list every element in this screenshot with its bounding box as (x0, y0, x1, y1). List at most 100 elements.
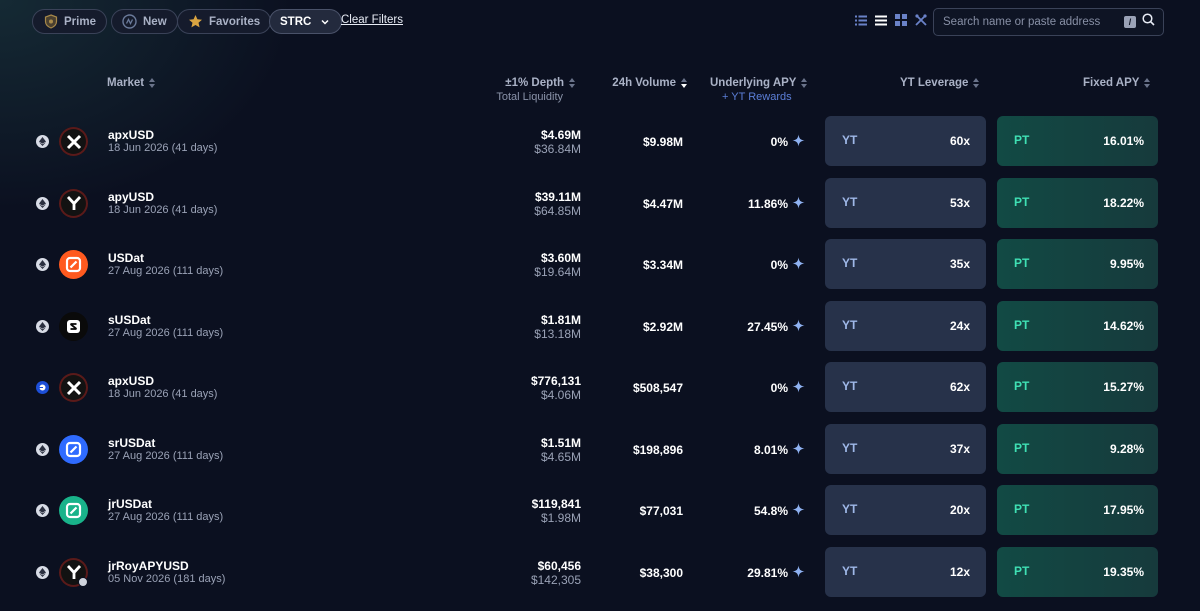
depth-value: $4.69M (540, 128, 581, 142)
yt-leverage-value: 37x (949, 441, 970, 456)
pt-trade-button[interactable]: PT 15.27% (997, 362, 1158, 412)
search-box[interactable]: / (933, 8, 1164, 36)
depth-value: $776,131 (530, 374, 581, 388)
tools-icon[interactable] (914, 13, 927, 27)
pt-trade-button[interactable]: PT 9.95% (997, 239, 1158, 289)
yt-leverage-value: 24x (949, 318, 970, 333)
yt-trade-button[interactable]: YT 37x (825, 423, 986, 474)
yt-tag: YT (842, 133, 858, 147)
fixed-apy-value: 9.28% (1109, 441, 1144, 456)
apx-icon (59, 373, 88, 402)
search-icon[interactable] (1142, 13, 1155, 31)
pt-trade-button[interactable]: PT 16.01% (997, 116, 1158, 166)
volume-value: $3.34M (642, 258, 683, 272)
pt-trade-button[interactable]: PT 18.22% (997, 177, 1158, 228)
new-badge-icon (122, 14, 137, 29)
table-row[interactable]: srUSDat 27 Aug 2026 (111 days) $1.51M $4… (0, 423, 1200, 486)
volume-value: $198,896 (632, 442, 683, 457)
pt-trade-button[interactable]: PT 19.35% (997, 546, 1158, 597)
pt-trade-button[interactable]: PT 9.28% (997, 423, 1158, 474)
yt-tag: YT (842, 379, 858, 393)
total-liquidity-value: $36.84M (534, 142, 581, 156)
market-name: apxUSD (108, 128, 155, 142)
strc-filter-dropdown[interactable]: STRC (269, 9, 343, 34)
filter-bar: Prime New Favorites STRC Clear Filters S… (0, 0, 1200, 44)
depth-column-header[interactable]: ±1% Depth (505, 77, 575, 89)
pt-trade-button[interactable]: PT 14.62% (997, 300, 1158, 351)
prime-filter-chip[interactable]: Prime (32, 9, 107, 34)
view-toggle-group (854, 13, 927, 27)
sparkle-icon (792, 503, 805, 516)
yt-trade-button[interactable]: YT 24x (825, 300, 986, 351)
expiry-date: 27 Aug 2026 (111 days) (108, 449, 224, 462)
volume-header-label: 24h Volume (612, 77, 676, 89)
base-icon (36, 381, 49, 394)
pt-tag: PT (1014, 133, 1030, 147)
ethereum-icon (36, 258, 49, 271)
yt-trade-button[interactable]: YT 12x (825, 546, 986, 597)
yt-trade-button[interactable]: YT 62x (825, 362, 986, 412)
pt-tag: PT (1014, 502, 1030, 516)
table-row[interactable]: sUSDat 27 Aug 2026 (111 days) $1.81M $13… (0, 300, 1200, 363)
pt-tag: PT (1014, 256, 1030, 270)
table-row[interactable]: USDat 27 Aug 2026 (111 days) $3.60M $19.… (0, 239, 1200, 301)
underlying-apy-column-header[interactable]: Underlying APY (710, 77, 808, 89)
sort-icon (569, 78, 575, 88)
table-row[interactable]: apyUSD 18 Jun 2026 (41 days) $39.11M $64… (0, 177, 1200, 240)
list-detail-view-icon[interactable] (854, 13, 867, 27)
total-liquidity-header-label: Total Liquidity (496, 91, 563, 103)
sparkle-icon (792, 196, 805, 209)
yt-trade-button[interactable]: YT 35x (825, 239, 986, 289)
expiry-date: 18 Jun 2026 (41 days) (108, 388, 218, 400)
pt-trade-button[interactable]: PT 17.95% (997, 485, 1158, 535)
volume-value: $4.47M (642, 196, 683, 211)
favorites-filter-chip[interactable]: Favorites (177, 9, 272, 34)
sparkle-icon (792, 319, 805, 332)
grid-view-icon[interactable] (894, 13, 907, 27)
search-input[interactable] (943, 16, 1124, 28)
underlying-apy-value: 11.86% (747, 196, 788, 211)
yt-leverage-value: 60x (949, 134, 970, 148)
table-row[interactable]: apxUSD 18 Jun 2026 (41 days) $4.69M $36.… (0, 116, 1200, 178)
list-view-icon[interactable] (874, 13, 887, 27)
fixed-apy-value: 17.95% (1103, 503, 1144, 517)
new-filter-chip[interactable]: New (111, 9, 178, 34)
token-badge-icon (78, 576, 88, 587)
market-name: apxUSD (108, 374, 155, 388)
new-filter-label: New (143, 15, 167, 28)
yt-trade-button[interactable]: YT 53x (825, 177, 986, 228)
market-name: jrUSDat (108, 497, 153, 511)
ethereum-icon (36, 135, 49, 148)
market-name: apyUSD (108, 189, 155, 204)
fixed-apy-header-label: Fixed APY (1083, 77, 1140, 89)
market-column-header[interactable]: Market (107, 77, 156, 89)
yt-trade-button[interactable]: YT 20x (825, 485, 986, 535)
shield-icon (43, 14, 58, 29)
expiry-date: 27 Aug 2026 (111 days) (108, 511, 224, 523)
market-name: srUSDat (108, 435, 156, 450)
yt-leverage-column-header[interactable]: YT Leverage (900, 77, 980, 89)
sparkle-icon (792, 134, 805, 147)
sparkle-icon (792, 442, 805, 455)
total-liquidity-value: $13.18M (534, 326, 581, 341)
table-row[interactable]: apxUSD 18 Jun 2026 (41 days) $776,131 $4… (0, 362, 1200, 424)
underlying-apy-value: 8.01% (753, 442, 788, 457)
table-row[interactable]: jrRoyAPYUSD 05 Nov 2026 (181 days) $60,4… (0, 546, 1200, 609)
table-row[interactable]: jrUSDat 27 Aug 2026 (111 days) $119,841 … (0, 485, 1200, 547)
volume-value: $9.98M (642, 135, 683, 149)
depth-value: $1.81M (540, 312, 581, 327)
volume-column-header[interactable]: 24h Volume (612, 77, 687, 89)
depth-value: $39.11M (534, 189, 581, 204)
clear-filters-link[interactable]: Clear Filters (341, 14, 403, 26)
yt-trade-button[interactable]: YT 60x (825, 116, 986, 166)
expiry-date: 18 Jun 2026 (41 days) (108, 203, 218, 216)
fixed-apy-column-header[interactable]: Fixed APY (1083, 77, 1151, 89)
total-liquidity-value: $4.06M (540, 388, 581, 402)
sort-desc-icon (681, 78, 687, 88)
total-liquidity-value: $1.98M (540, 511, 581, 525)
underlying-apy-value: 0% (770, 258, 788, 272)
pt-tag: PT (1014, 440, 1030, 455)
susdat-icon (59, 311, 88, 341)
total-liquidity-value: $19.64M (534, 265, 581, 279)
market-name: USDat (108, 251, 145, 265)
